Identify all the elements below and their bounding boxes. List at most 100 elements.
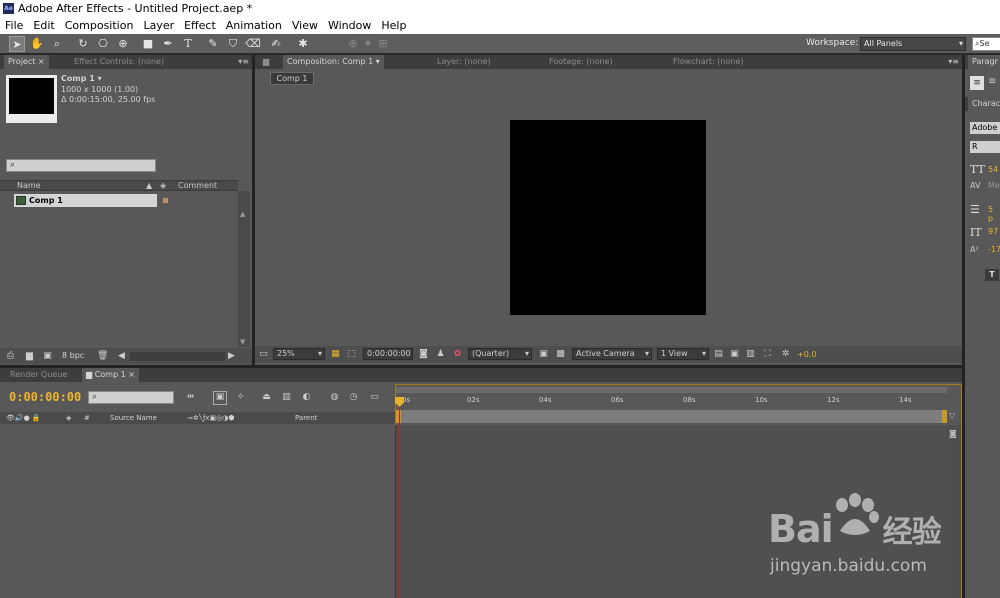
tab-render-queue[interactable]: Render Queue [6,368,71,382]
bpc-toggle[interactable]: 8 bpc [62,351,84,361]
playhead-line[interactable] [399,405,400,598]
align-left-icon[interactable]: ≡ [970,76,984,90]
view-layout-select[interactable]: 1 View [657,348,709,360]
current-time-field[interactable]: 0:00:00:00 [363,348,413,360]
comp-mini-flowchart-icon[interactable]: ⇹ [185,392,196,403]
comp-button-icon[interactable]: ▽ [949,411,955,420]
baseline-shift-value[interactable]: -17 [988,245,1000,254]
scroll-right-icon[interactable]: ▶ [226,351,237,362]
label-color-swatch[interactable] [162,197,169,204]
frame-blending-icon[interactable]: ▥ [281,392,292,403]
tab-composition[interactable]: Composition: Comp 1 ▾ [283,55,384,69]
comp-panel-menu-icon[interactable]: ▾≡ [948,55,959,69]
safe-areas-icon[interactable]: ▦ [330,349,341,360]
resolution-select[interactable]: (Quarter) [468,348,532,360]
auto-keyframe-icon[interactable]: ◷ [348,392,359,403]
menu-layer[interactable]: Layer [138,17,179,34]
project-item-name[interactable]: Comp 1 ▾ [61,74,102,84]
graph-editor-icon[interactable]: ▭ [369,392,380,403]
timeline-current-time[interactable]: 0:00:00:00 [9,390,81,404]
rotate-tool-icon[interactable]: ↻ [75,36,91,52]
scroll-up-icon[interactable]: ▲ [240,210,245,218]
zoom-tool-icon[interactable]: ⌕ [49,36,65,52]
stroke-width-value[interactable]: 5 p [988,205,1000,223]
tab-layer[interactable]: Layer: (none) [433,55,495,69]
font-family-field[interactable]: Adobe [970,122,1000,134]
transparency-grid-icon[interactable]: ▩ [555,349,566,360]
timeline-layer-area[interactable] [0,425,395,598]
col-comment[interactable]: Comment [178,181,217,191]
fast-previews-icon[interactable]: ▣ [729,349,740,360]
roto-brush-tool-icon[interactable]: ✍ [268,36,284,52]
pen-tool-icon[interactable]: ✒ [160,36,176,52]
search-help-input[interactable]: ⌕Se [972,37,1000,51]
tab-paragraph[interactable]: Paragr [968,55,1000,69]
brush-tool-icon[interactable]: ✎ [205,36,221,52]
menu-animation[interactable]: Animation [221,17,287,34]
sort-asc-icon[interactable]: ▲ [146,181,152,191]
selection-tool-icon[interactable]: ➤ [9,36,25,52]
pixel-aspect-icon[interactable]: ▤ [713,349,724,360]
layer-graph-divider[interactable] [395,425,396,598]
trash-icon[interactable]: 🗑 [97,351,108,362]
font-style-field[interactable]: R [970,141,1000,153]
col-parent[interactable]: Parent [295,413,317,423]
comp-subtab[interactable]: Comp 1 [270,72,314,85]
comp-canvas[interactable] [510,120,706,315]
region-of-interest-icon[interactable]: ▣ [538,349,549,360]
menu-help[interactable]: Help [376,17,411,34]
tab-flowchart[interactable]: Flowchart: (none) [669,55,748,69]
panel-menu-icon[interactable]: ▾≡ [238,55,249,69]
panel-divider-v1[interactable] [252,55,255,365]
work-area-bar[interactable] [398,410,946,423]
font-size-value[interactable]: 54 [988,165,998,174]
tab-comp1[interactable]: ▆ Comp 1 × [82,368,139,382]
text-tool-icon[interactable]: T [180,36,196,52]
hand-tool-icon[interactable]: ✋ [29,36,45,52]
tab-project[interactable]: Project × [4,55,49,69]
switches-icons[interactable]: ⊸✲╲ƒx▣◎◑⬢ [187,413,235,423]
new-comp-icon[interactable]: ▣ [42,351,53,362]
time-ruler[interactable]: 0s 02s 04s 06s 08s 10s 12s 14s [396,394,947,410]
vertical-scale-value[interactable]: 97 [988,227,998,236]
menu-view[interactable]: View [287,17,323,34]
clone-stamp-tool-icon[interactable]: ⛉ [225,36,241,52]
puppet-tool-icon[interactable]: ✱ [295,36,311,52]
menu-window[interactable]: Window [323,17,376,34]
snapshot-icon[interactable]: ◙ [418,349,429,360]
menu-file[interactable]: File [0,17,28,34]
timeline-search-input[interactable]: ⌕ [88,391,174,404]
camera-tool-icon[interactable]: ⎔ [95,36,111,52]
menu-composition[interactable]: Composition [60,17,139,34]
time-navigator[interactable] [396,387,947,393]
label-column-icon[interactable]: ◈ [66,413,71,423]
always-preview-icon[interactable]: ▭ [258,349,269,360]
menu-edit[interactable]: Edit [28,17,59,34]
zoom-select[interactable]: 25% [273,348,325,360]
scroll-left-icon[interactable]: ◀ [116,351,127,362]
menu-effect[interactable]: Effect [179,17,221,34]
rectangle-tool-icon[interactable]: ■ [140,36,156,52]
hide-shy-icon[interactable]: ⏏ [261,392,272,403]
exposure-reset-icon[interactable]: ✲ [780,349,791,360]
timeline-icon[interactable]: ▥ [745,349,756,360]
project-row-comp1[interactable]: Comp 1 [14,194,157,207]
label-tag-icon[interactable]: ◈ [160,181,166,191]
comp-lock-icon[interactable]: ▆ [259,55,273,69]
exposure-value[interactable]: +0.0 [797,350,816,360]
col-name[interactable]: Name [17,181,41,191]
workspace-select[interactable]: All Panels [860,37,966,51]
pan-behind-tool-icon[interactable]: ⊕ [115,36,131,52]
mask-visibility-icon[interactable]: ⬚ [346,349,357,360]
motion-blur-icon[interactable]: ◐ [301,392,312,403]
panel-divider-v2[interactable] [962,55,965,598]
panel-divider-h[interactable] [0,365,962,368]
col-source-name[interactable]: Source Name [110,413,157,423]
camera-select[interactable]: Active Camera [572,348,652,360]
scroll-down-icon[interactable]: ▼ [240,338,245,346]
flowchart-view-icon[interactable]: ⛶ [762,349,773,360]
brainstorm-icon[interactable]: ◍ [329,392,340,403]
draft-3d-icon[interactable]: ✧ [235,392,246,403]
av-features-icons[interactable]: 👁🔊● 🔒 [6,413,41,423]
eraser-tool-icon[interactable]: ⌫ [245,36,261,52]
